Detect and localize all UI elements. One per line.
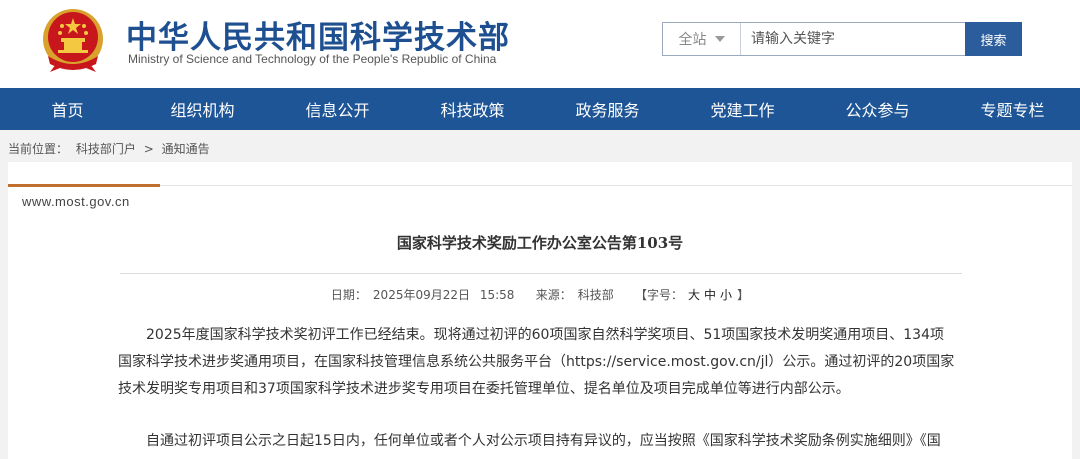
breadcrumb-item-portal[interactable]: 科技部门户: [76, 142, 136, 156]
breadcrumb: 当前位置： 科技部门户 > 通知通告: [8, 140, 214, 157]
font-size-large-button[interactable]: 大: [688, 288, 700, 302]
article-title: 国家科学技术奖励工作办公室公告第103号: [396, 234, 684, 252]
font-size-medium-button[interactable]: 中: [704, 288, 716, 302]
font-size-label: 【字号：: [635, 288, 684, 302]
title-divider: [120, 273, 962, 274]
paragraph-line: 2025年度国家科学技术奖初评工作已经结束。现将通过初评的60项国家自然科学奖项…: [146, 327, 944, 343]
breadcrumb-separator: >: [143, 142, 154, 156]
nav-item-special-topics[interactable]: 专题专栏: [945, 88, 1080, 130]
paragraph-line: 自通过初评项目公示之日起15日内，任何单位或者个人对公示项目持有异议的，应当按照…: [146, 433, 941, 449]
paragraph-line: 国家科学技术进步奖通用项目，在国家科技管理信息系统公共服务平台（https://…: [118, 354, 955, 370]
date-label: 日期：: [330, 288, 367, 302]
article-paragraph: 自通过初评项目公示之日起15日内，任何单位或者个人对公示项目持有异议的，应当按照…: [118, 428, 968, 455]
nav-item-policy[interactable]: 科技政策: [405, 88, 540, 130]
search-input[interactable]: [743, 23, 963, 55]
card-accent-bar: [8, 184, 160, 187]
site-domain: www.most.gov.cn: [22, 194, 130, 209]
card-divider: [160, 185, 1072, 186]
nav-item-home[interactable]: 首页: [0, 88, 135, 130]
site-title[interactable]: 中华人民共和国科学技术部: [126, 12, 510, 57]
nav-item-info-disclosure[interactable]: 信息公开: [270, 88, 405, 130]
search-scope-label: 全站: [678, 32, 707, 48]
font-size-small-button[interactable]: 小: [720, 288, 732, 302]
search-button[interactable]: 搜索: [965, 22, 1022, 56]
article-source: 科技部: [577, 288, 614, 302]
article-time: 15:58: [479, 288, 515, 302]
nav-item-organization[interactable]: 组织机构: [135, 88, 270, 130]
national-emblem-icon[interactable]: [38, 6, 108, 76]
article-paragraph: 2025年度国家科学技术奖初评工作已经结束。现将通过初评的60项国家自然科学奖项…: [118, 322, 968, 403]
site-header: 中华人民共和国科学技术部 Ministry of Science and Tec…: [0, 0, 1080, 88]
breadcrumb-item-notices[interactable]: 通知通告: [162, 142, 210, 156]
article-card: www.most.gov.cn 国家科学技术奖励工作办公室公告第103号 日期：…: [8, 162, 1072, 459]
search-bar: 全站 搜索: [662, 22, 1022, 56]
article-meta: 日期： 2025年09月22日 15:58 来源： 科技部 【字号： 大中小】: [8, 286, 1072, 303]
font-size-close: 】: [737, 288, 750, 302]
chevron-down-icon: [714, 36, 725, 42]
search-scope-select[interactable]: 全站: [663, 23, 741, 55]
source-label: 来源：: [535, 288, 572, 302]
main-nav: 首页 组织机构 信息公开 科技政策 政务服务 党建工作 公众参与 专题专栏: [0, 88, 1080, 130]
site-subtitle: Ministry of Science and Technology of th…: [128, 52, 497, 66]
article-date: 2025年09月22日: [372, 288, 471, 302]
breadcrumb-prefix: 当前位置：: [8, 142, 69, 156]
nav-item-public-participation[interactable]: 公众参与: [810, 88, 945, 130]
paragraph-line: 技术发明奖专用项目和37项国家科学技术进步奖专用项目在委托管理单位、提名单位及项…: [118, 381, 850, 397]
nav-item-services[interactable]: 政务服务: [540, 88, 675, 130]
nav-item-party-building[interactable]: 党建工作: [675, 88, 810, 130]
